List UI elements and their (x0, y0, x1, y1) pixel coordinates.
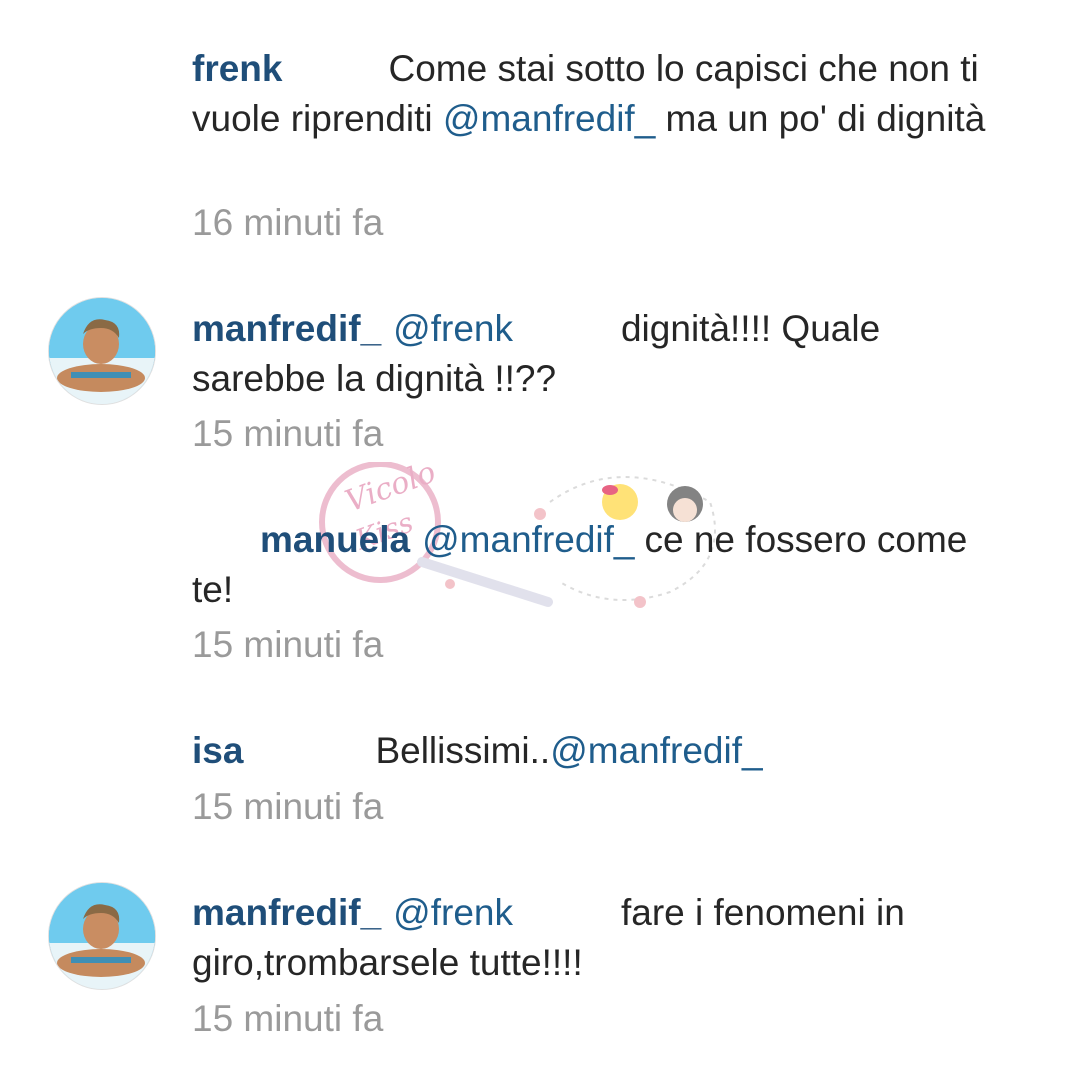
comment-item: manuela @manfredif_ ce ne fossero come te! (192, 515, 992, 615)
comment-username[interactable]: manfredif_ (192, 892, 381, 933)
comment-timestamp: 15 minuti fa (192, 786, 384, 827)
comment-mention-link[interactable]: @manfredif_ (422, 519, 634, 560)
comment-mention-link[interactable]: @frenk (393, 892, 513, 933)
comment-text-after: ma un po' di dignità (655, 98, 986, 139)
comment-item: manfredif_ @frenk fare i fenomeni in giro,… (192, 888, 992, 988)
comment-username[interactable]: manuela (260, 519, 410, 560)
comment-timestamp: 16 minuti fa (192, 202, 384, 243)
comment-timestamp: 15 minuti fa (192, 413, 384, 454)
comment-mention-link[interactable]: @manfredif_ (443, 98, 655, 139)
comment-timestamp: 15 minuti fa (192, 998, 384, 1039)
avatar[interactable] (48, 882, 156, 990)
comment-username[interactable]: manfredif_ (192, 308, 381, 349)
comment-username[interactable]: isa (192, 730, 243, 771)
comment-item: frenk Come stai sotto lo capisci che non … (192, 44, 992, 144)
comment-timestamp: 15 minuti fa (192, 624, 384, 665)
svg-text:Vicolo: Vicolo (341, 462, 441, 520)
avatar-photo (49, 298, 155, 404)
comment-text: Bellissimi.. (375, 730, 551, 771)
comment-username[interactable]: frenk (192, 48, 282, 89)
comment-item: manfredif_ @frenk dignità!!!! Quale sarebb… (192, 304, 992, 404)
comment-mention-link[interactable]: @frenk (393, 308, 513, 349)
avatar-photo (49, 883, 155, 989)
avatar[interactable] (48, 297, 156, 405)
comment-mention-link[interactable]: @manfredif_ (550, 730, 762, 771)
comment-item: isa Bellissimi..@manfredif_ (192, 726, 992, 776)
